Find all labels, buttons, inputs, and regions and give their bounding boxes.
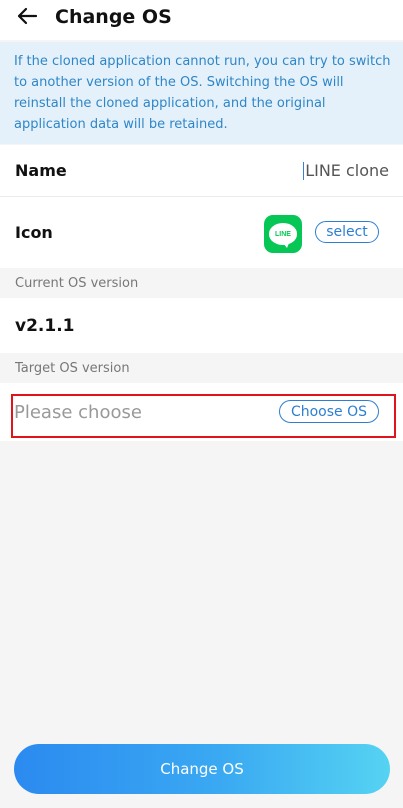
select-icon-button[interactable]: select xyxy=(315,221,379,243)
current-os-row: v2.1.1 xyxy=(0,298,403,353)
target-os-placeholder: Please choose xyxy=(14,401,142,423)
page-title: Change OS xyxy=(55,6,172,28)
choose-os-button[interactable]: Choose OS xyxy=(279,400,379,423)
name-row: Name LINE clone xyxy=(0,145,403,197)
notice-banner: If the cloned application cannot run, yo… xyxy=(0,42,403,144)
line-app-icon: LINE xyxy=(264,215,302,253)
back-button[interactable] xyxy=(12,4,42,32)
name-input[interactable]: LINE clone xyxy=(303,161,389,180)
arrow-left-icon xyxy=(16,6,38,30)
speech-bubble-icon: LINE xyxy=(269,223,297,248)
change-os-button[interactable]: Change OS xyxy=(14,744,390,794)
current-os-value: v2.1.1 xyxy=(15,315,75,336)
icon-row: Icon LINE select xyxy=(0,197,403,268)
change-os-screen: Change OS If the cloned application cann… xyxy=(0,0,403,808)
top-bar: Change OS xyxy=(0,0,403,40)
target-os-row[interactable]: Please choose Choose OS xyxy=(0,383,403,441)
name-label: Name xyxy=(15,161,67,180)
icon-label: Icon xyxy=(15,223,53,242)
current-os-section-label: Current OS version xyxy=(15,276,139,291)
target-os-section-label: Target OS version xyxy=(15,361,130,376)
app-icon-text: LINE xyxy=(275,230,291,238)
